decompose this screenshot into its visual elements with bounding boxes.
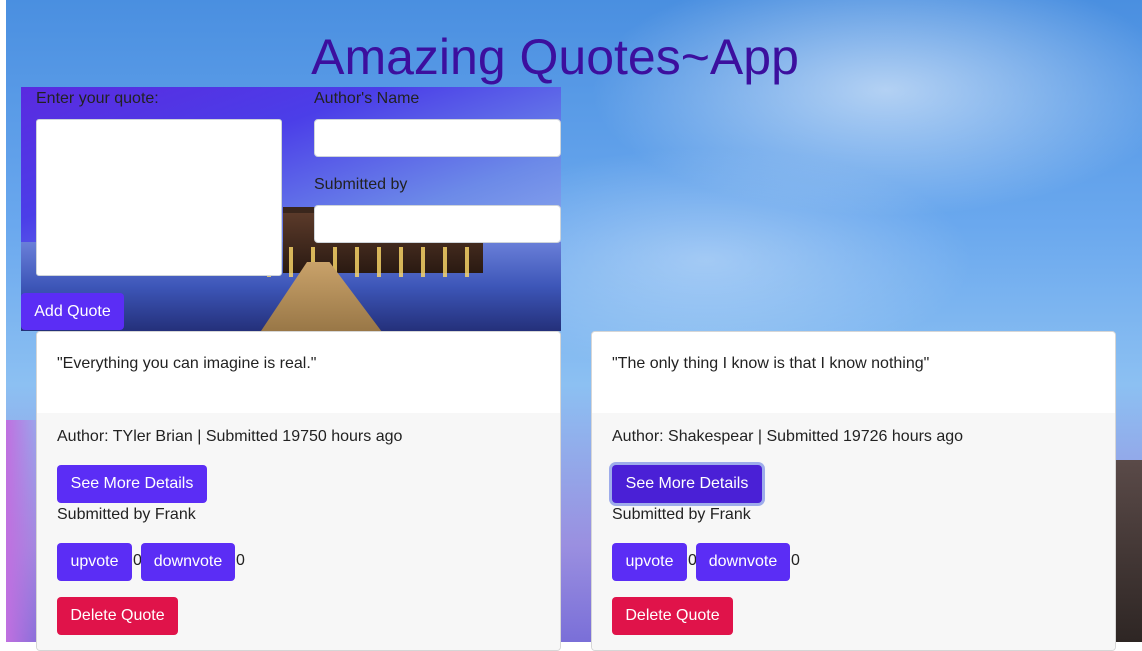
downvote-count: 0 xyxy=(791,552,800,569)
quote-meta: Author: TYler Brian | Submitted 19750 ho… xyxy=(57,428,403,445)
quote-text: "Everything you can imagine is real." xyxy=(57,355,317,372)
quote-textarea[interactable] xyxy=(36,119,282,276)
quote-card-body: "Everything you can imagine is real." xyxy=(37,332,560,414)
quote-form: Enter your quote: Author's Name Submitte… xyxy=(21,87,561,331)
submitted-by-text: Submitted by Frank xyxy=(612,506,751,523)
quote-text: "The only thing I know is that I know no… xyxy=(612,355,930,372)
upvote-button[interactable]: upvote xyxy=(57,543,132,581)
form-background-lights xyxy=(267,247,477,277)
author-input[interactable] xyxy=(314,119,561,157)
quote-card-footer: Author: Shakespear | Submitted 19726 hou… xyxy=(592,413,1115,650)
downvote-button[interactable]: downvote xyxy=(696,543,790,581)
quote-meta: Author: Shakespear | Submitted 19726 hou… xyxy=(612,428,964,445)
submitted-by-label: Submitted by xyxy=(314,176,408,193)
delete-quote-button[interactable]: Delete Quote xyxy=(612,597,733,635)
author-label: Author's Name xyxy=(314,90,420,107)
submitted-by-text: Submitted by Frank xyxy=(57,506,196,523)
add-quote-button[interactable]: Add Quote xyxy=(21,293,124,330)
downvote-button[interactable]: downvote xyxy=(141,543,235,581)
quote-card-footer: Author: TYler Brian | Submitted 19750 ho… xyxy=(37,413,560,650)
quote-card: "Everything you can imagine is real." Au… xyxy=(36,331,561,651)
app-title: Amazing Quotes~App xyxy=(311,29,799,85)
delete-quote-button[interactable]: Delete Quote xyxy=(57,597,178,635)
upvote-button[interactable]: upvote xyxy=(612,543,687,581)
submitted-by-input[interactable] xyxy=(314,205,561,243)
background-hut xyxy=(1112,460,1142,642)
quote-label: Enter your quote: xyxy=(36,90,159,107)
quote-card: "The only thing I know is that I know no… xyxy=(591,331,1116,651)
see-more-details-button[interactable]: See More Details xyxy=(57,465,207,503)
quote-card-body: "The only thing I know is that I know no… xyxy=(592,332,1115,414)
see-more-details-button[interactable]: See More Details xyxy=(612,465,762,503)
downvote-count: 0 xyxy=(236,552,245,569)
